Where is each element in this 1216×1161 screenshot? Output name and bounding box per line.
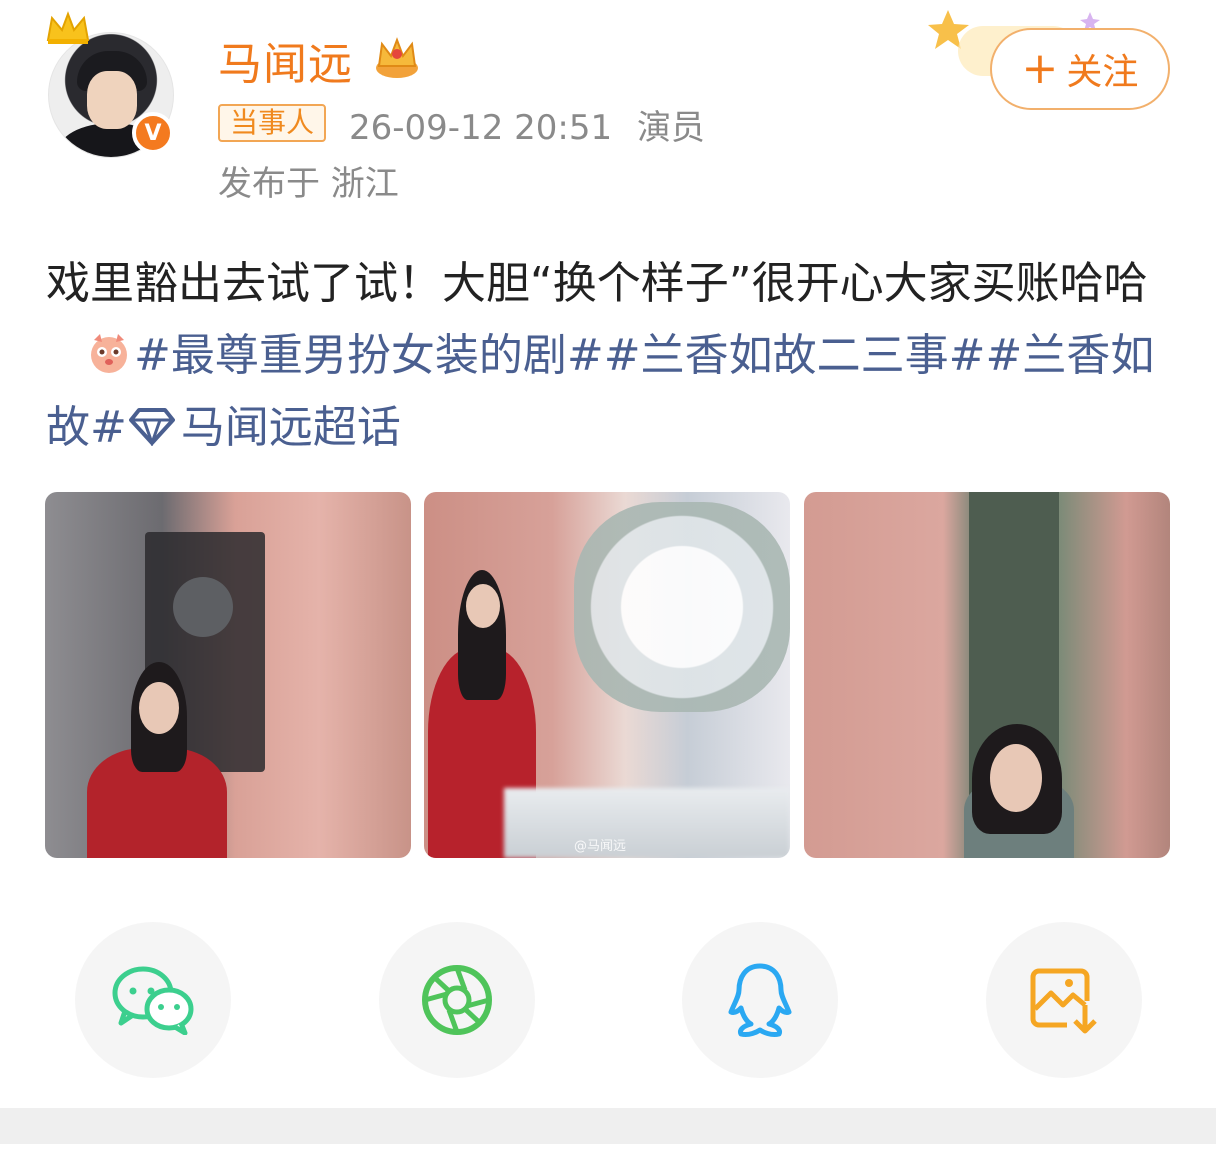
image-head — [466, 584, 500, 628]
moments-icon — [422, 965, 492, 1035]
image-snow-tree — [574, 502, 790, 712]
qq-icon — [728, 963, 792, 1037]
author-name[interactable]: 马闻远 — [218, 28, 353, 92]
crown-icon — [46, 11, 90, 44]
image-watermark: @马闻远 — [574, 839, 627, 854]
post-image[interactable]: @马闻远 — [424, 492, 790, 858]
post-content: 戏里豁出去试了试！大胆“换个样子”很开心大家买账哈哈 #最尊重男扮女装的剧##兰… — [46, 248, 1176, 464]
post-image[interactable] — [804, 492, 1170, 858]
post-text: 戏里豁出去试了试！大胆“换个样子”很开心大家买账哈哈 — [46, 258, 1148, 309]
verified-v-icon: V — [132, 112, 174, 154]
diamond-icon — [128, 408, 175, 446]
hashtag-link[interactable]: #最尊重男扮女装的剧# — [134, 330, 604, 381]
image-head — [990, 744, 1042, 812]
hashtag-link[interactable]: #兰香如故二三事# — [604, 330, 986, 381]
bottom-bar — [0, 1108, 1216, 1144]
share-moments-button[interactable] — [379, 922, 535, 1078]
supertopic-link[interactable]: 马闻远超话 — [181, 402, 401, 453]
share-wechat-button[interactable] — [75, 922, 231, 1078]
plus-icon: + — [1021, 43, 1059, 94]
share-qq-button[interactable] — [682, 922, 838, 1078]
author-occupation: 演员 — [636, 108, 705, 148]
post-location: 发布于 浙江 — [218, 164, 399, 204]
image-foreground-roof — [504, 788, 790, 858]
cute-face-emoji-icon — [91, 334, 127, 373]
wechat-icon — [112, 966, 194, 1035]
save-image-icon — [1030, 968, 1097, 1034]
vip-crown-icon — [376, 37, 418, 78]
follow-button[interactable]: + 关注 — [990, 28, 1170, 110]
avatar-face — [87, 71, 137, 129]
avatar-container[interactable]: V — [44, 10, 184, 158]
follow-label: 关注 — [1066, 52, 1139, 93]
post-timestamp: 26-09-12 20:51 — [349, 108, 613, 148]
post-meta: 26-09-12 20:51 演员 — [349, 100, 705, 149]
save-image-button[interactable] — [986, 922, 1142, 1078]
image-head — [139, 682, 179, 734]
party-badge: 当事人 — [218, 104, 327, 142]
image-disc — [173, 577, 233, 637]
post-image[interactable] — [45, 492, 411, 858]
